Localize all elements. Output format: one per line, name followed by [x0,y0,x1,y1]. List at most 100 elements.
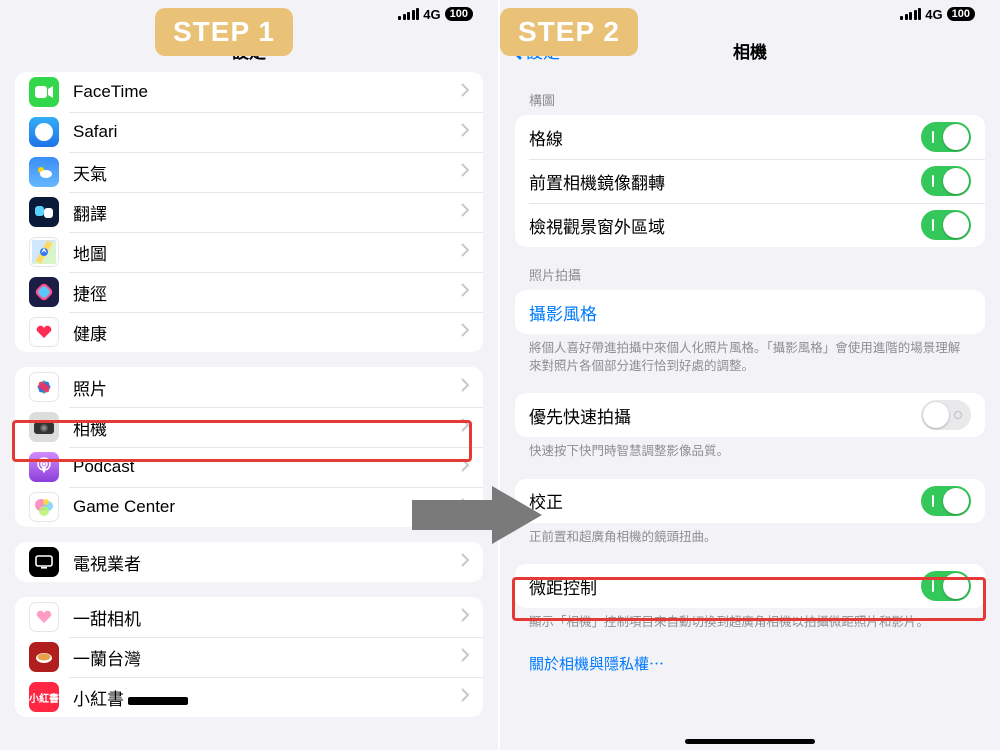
row-ichiran[interactable]: 一蘭台灣 [15,637,483,677]
photos-icon [29,372,59,402]
row-label: Game Center [73,497,461,517]
chevron-right-icon [461,552,469,572]
battery-pill: 100 [947,7,975,21]
row-lens-correction[interactable]: 校正 [515,479,985,523]
row-label: 翻譯 [73,200,461,225]
row-maps[interactable]: 地圖 [15,232,483,272]
weather-icon [29,157,59,187]
chevron-right-icon [461,687,469,707]
row-camera[interactable]: 相機 [15,407,483,447]
row-label: 照片 [73,375,461,400]
row-label: 微距控制 [529,574,921,599]
row-label: 小紅書 [73,685,461,710]
row-yitian[interactable]: 一甜相机 [15,597,483,637]
chevron-right-icon [461,457,469,477]
gamecenter-icon [29,492,59,522]
row-label: Podcast [73,457,461,477]
chevron-right-icon [461,242,469,262]
toggle-view-outside[interactable] [921,210,971,240]
toggle-macro-control[interactable] [921,571,971,601]
yitian-icon [29,602,59,632]
chevron-right-icon [461,322,469,342]
section-header-capture: 照片拍攝 [515,247,985,290]
signal-icon [398,8,419,20]
row-label: Safari [73,122,461,142]
row-mirror-front[interactable]: 前置相機鏡像翻轉 [515,159,985,203]
xhs-icon: 小紅書 [29,682,59,712]
row-prioritize-faster[interactable]: 優先快速拍攝 [515,393,985,437]
row-xhs[interactable]: 小紅書 小紅書 [15,677,483,717]
camera-settings-screen: 4G 100 設定 相機 構圖 格線 前置相機鏡像翻轉 [500,0,1000,750]
row-label: 攝影風格 [529,300,971,325]
row-label: 相機 [73,415,461,440]
row-grid[interactable]: 格線 [515,115,985,159]
row-label: 校正 [529,488,921,513]
row-label: 優先快速拍攝 [529,403,921,428]
group-composition: 格線 前置相機鏡像翻轉 檢視觀景窗外區域 [515,115,985,247]
home-indicator [685,739,815,744]
translate-icon [29,197,59,227]
app-group-2: 照片 相機 Podcast [15,367,483,527]
toggle-prioritize-faster[interactable] [921,400,971,430]
page-title: 相機 [733,38,767,63]
note-macro-control: 顯示「相機」控制項目來自動切換到超廣角相機以拍攝微距照片和影片。 [515,608,985,632]
row-weather[interactable]: 天氣 [15,152,483,192]
toggle-mirror-front[interactable] [921,166,971,196]
group-lens-correction: 校正 [515,479,985,523]
app-group-4: 一甜相机 一蘭台灣 小紅書 小紅書 [15,597,483,717]
row-view-outside-frame[interactable]: 檢視觀景窗外區域 [515,203,985,247]
signal-icon [900,8,921,20]
row-gamecenter[interactable]: Game Center [15,487,483,527]
row-label: 地圖 [73,240,461,265]
chevron-right-icon [461,607,469,627]
group-prioritize-faster: 優先快速拍攝 [515,393,985,437]
safari-icon [29,117,59,147]
row-shortcuts[interactable]: 捷徑 [15,272,483,312]
toggle-grid[interactable] [921,122,971,152]
chevron-right-icon [461,122,469,142]
section-header-composition: 構圖 [515,72,985,115]
row-photographic-styles[interactable]: 攝影風格 [515,290,985,334]
step-1-badge: STEP 1 [155,8,293,56]
row-label: 格線 [529,125,921,150]
chevron-right-icon [461,202,469,222]
health-icon [29,317,59,347]
row-label: 健康 [73,320,461,345]
chevron-right-icon [461,162,469,182]
row-label: 天氣 [73,160,461,185]
row-podcast[interactable]: Podcast [15,447,483,487]
group-photographic-styles: 攝影風格 [515,290,985,334]
row-translate[interactable]: 翻譯 [15,192,483,232]
chevron-right-icon [461,82,469,102]
chevron-right-icon [461,377,469,397]
row-tvprovider[interactable]: 電視業者 [15,542,483,582]
app-group-1: FaceTime Safari 天氣 [15,72,483,352]
row-macro-control[interactable]: 微距控制 [515,564,985,608]
row-label: FaceTime [73,82,461,102]
settings-root-screen: 4G 100 設定 FaceTime Safari [0,0,500,750]
group-macro-control: 微距控制 [515,564,985,608]
network-label: 4G [423,7,440,22]
row-health[interactable]: 健康 [15,312,483,352]
chevron-right-icon [461,417,469,437]
chevron-right-icon [461,282,469,302]
shortcuts-icon [29,277,59,307]
note-prioritize: 快速按下快門時智慧調整影像品質。 [515,437,985,461]
link-camera-privacy[interactable]: 關於相機與隱私權⋯ [529,656,664,673]
row-label: 捷徑 [73,280,461,305]
row-photos[interactable]: 照片 [15,367,483,407]
toggle-lens-correction[interactable] [921,486,971,516]
camera-icon [29,412,59,442]
row-label: 電視業者 [73,550,461,575]
note-lens-correction: 正前置和超廣角相機的鏡頭扭曲。 [515,523,985,547]
chevron-right-icon [461,497,469,517]
row-safari[interactable]: Safari [15,112,483,152]
note-photographic-styles: 將個人喜好帶進拍攝中來個人化照片風格。「攝影風格」會使用進階的場景理解來對照片各… [515,334,985,375]
podcast-icon [29,452,59,482]
row-facetime[interactable]: FaceTime [15,72,483,112]
tvprovider-icon [29,547,59,577]
step-2-badge: STEP 2 [500,8,638,56]
ichiran-icon [29,642,59,672]
row-label: 檢視觀景窗外區域 [529,213,921,238]
battery-pill: 100 [445,7,473,21]
